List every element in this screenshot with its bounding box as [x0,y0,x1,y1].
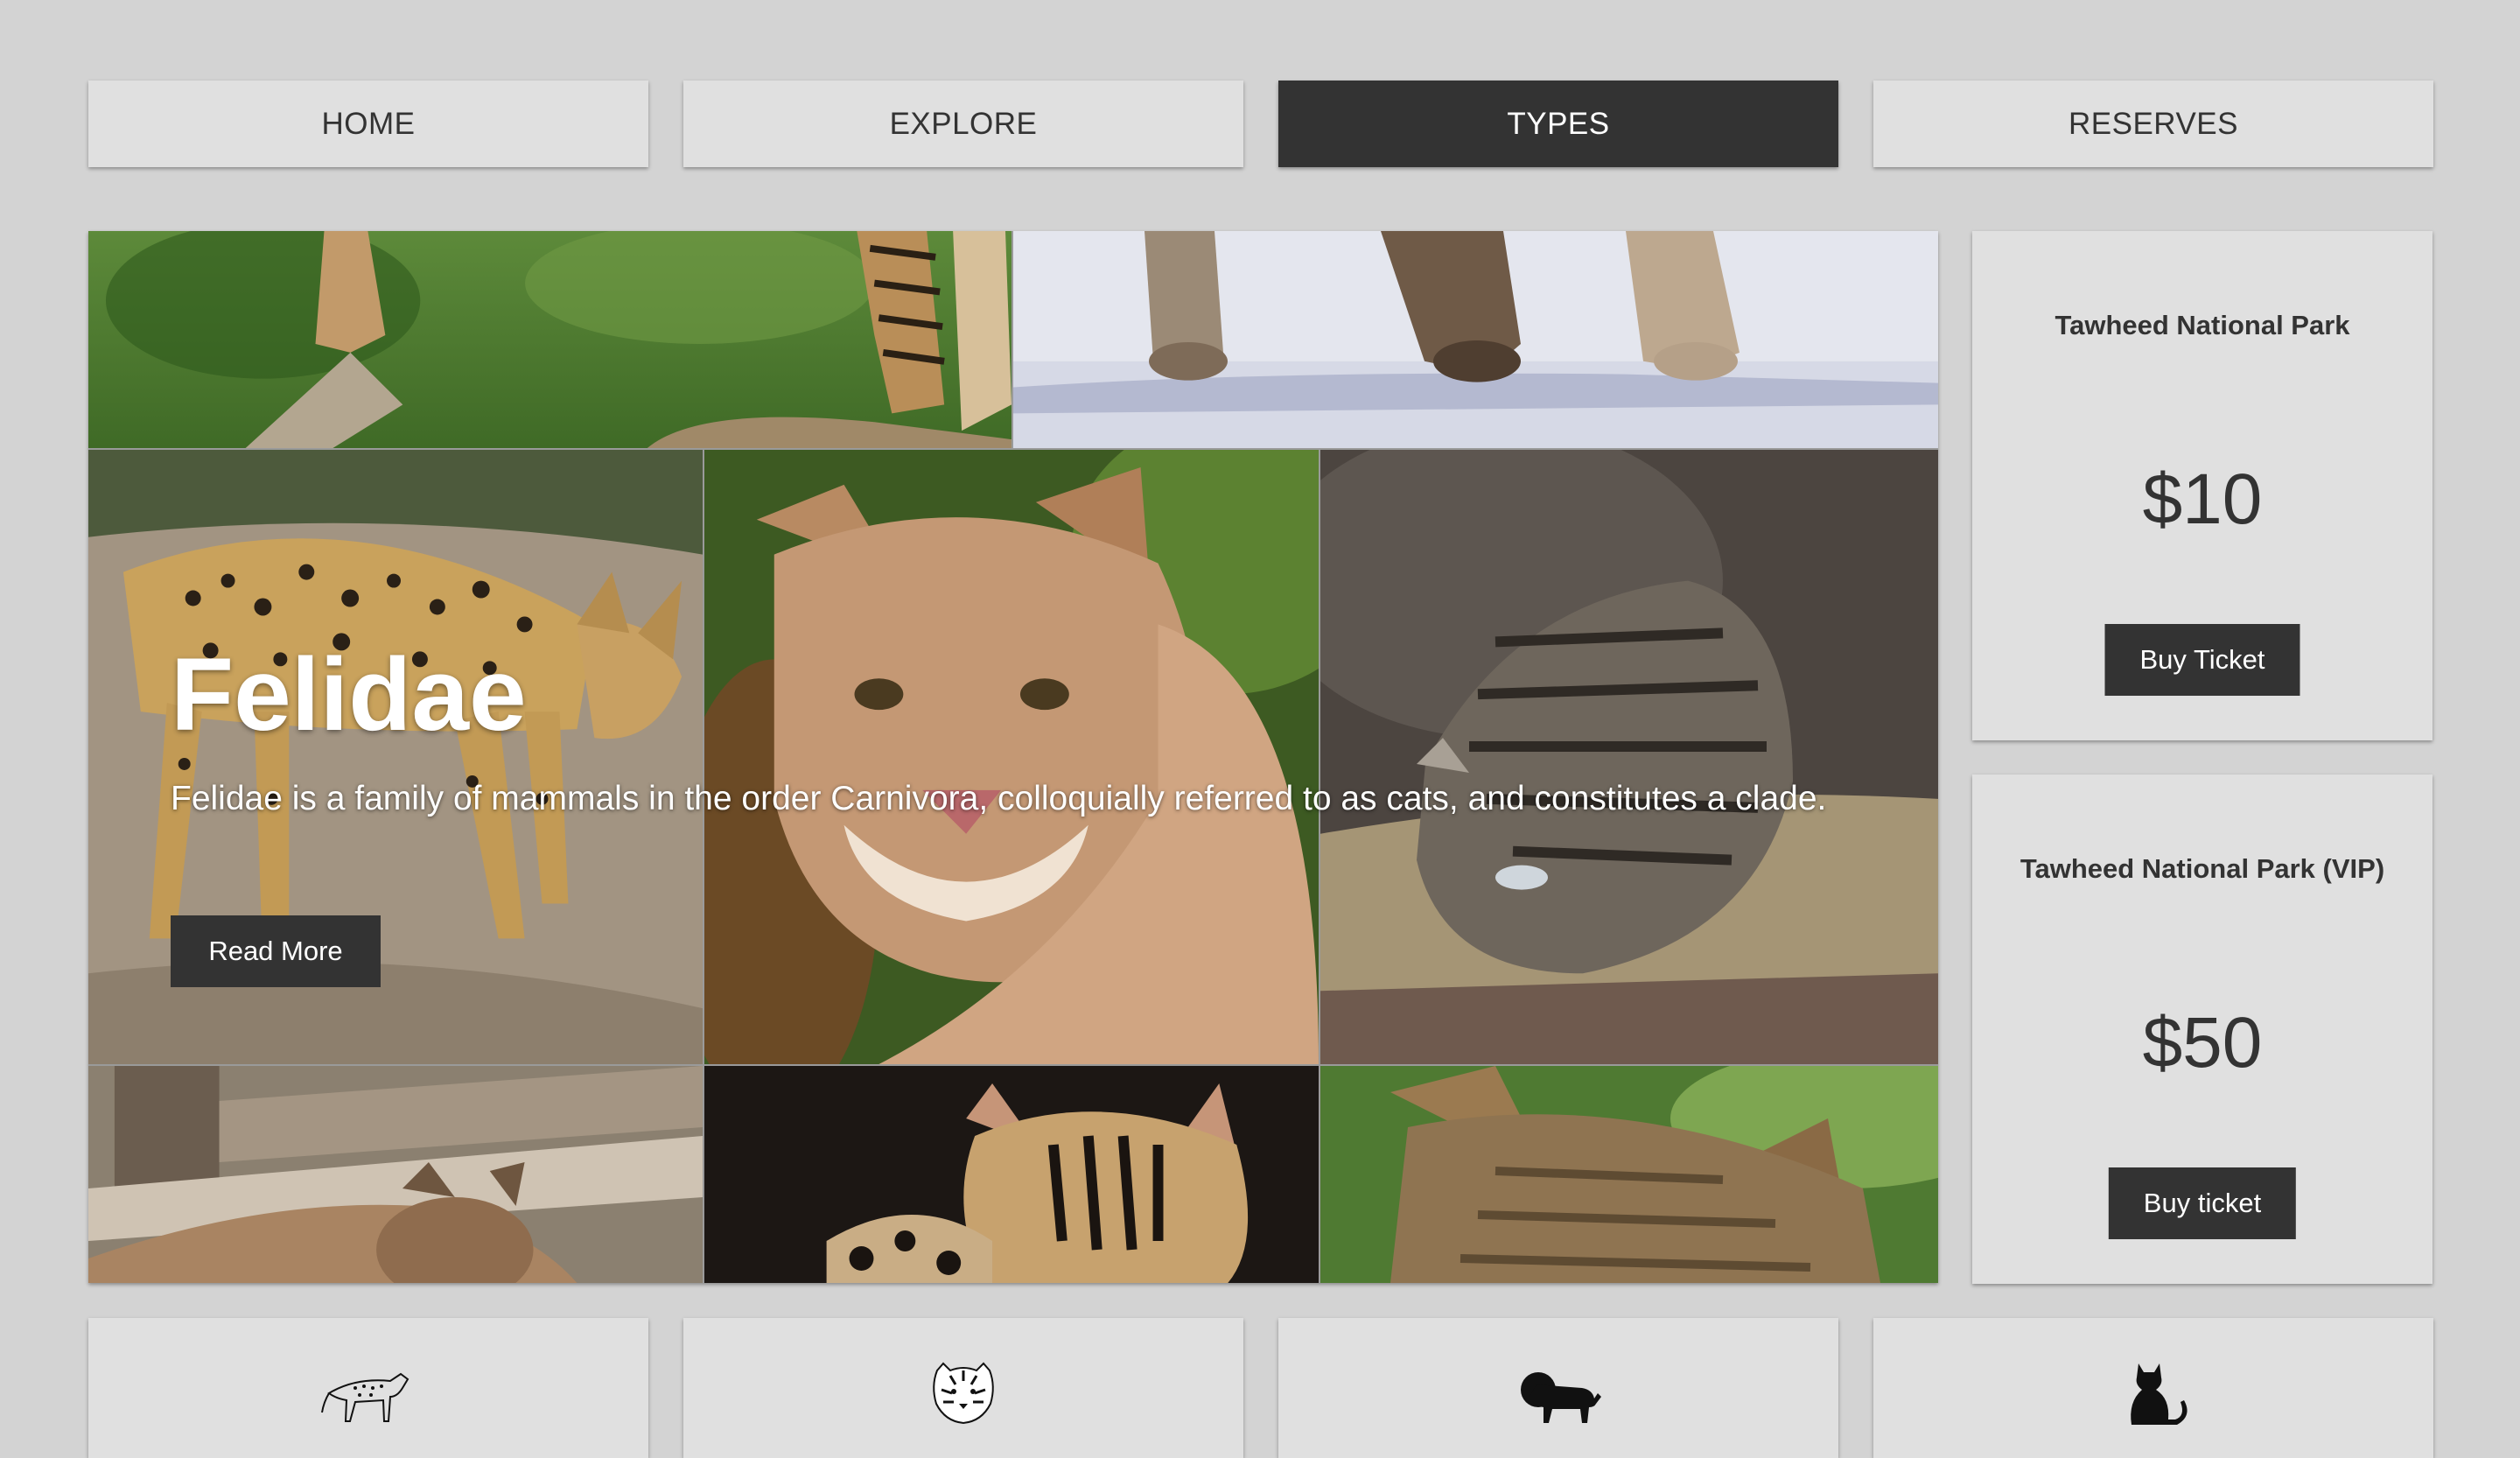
ticket-name: Tawheed National Park [2054,310,2350,340]
buy-ticket-vip-button[interactable]: Buy ticket [2108,1167,2297,1239]
nav-types-button[interactable]: TYPES [1278,81,1838,167]
photo-tiger-legs [88,231,1013,450]
nav-explore-button[interactable]: EXPLORE [683,81,1243,167]
ticket-price: $10 [2142,459,2263,539]
cat-photo-gallery: Felidae Felidae is a family of mammals i… [88,231,1938,1283]
type-card-cat[interactable] [1873,1318,2433,1458]
ticket-price: $50 [2142,1003,2263,1083]
photo-wildcat-den [1320,450,1938,1066]
hero-title: Felidae [171,637,527,753]
nav-reserves-button[interactable]: RESERVES [1873,81,2433,167]
type-card-lion[interactable] [1278,1318,1838,1458]
lion-icon [1510,1358,1606,1426]
photo-ocelot [704,1066,1320,1283]
photo-wildcat-face [1320,1066,1938,1283]
photo-lynx-paws [1013,231,1938,450]
hero-description: Felidae is a family of mammals in the or… [171,780,1827,817]
photo-puma-logs [88,1066,704,1283]
ticket-card-vip: Tawheed National Park (VIP) $50 Buy tick… [1972,775,2432,1284]
read-more-button[interactable]: Read More [171,915,381,987]
nav-home-button[interactable]: HOME [88,81,648,167]
ticket-name: Tawheed National Park (VIP) [2020,853,2385,884]
type-card-tiger[interactable] [683,1318,1243,1458]
tiger-icon [915,1358,1012,1426]
cat-icon [2105,1358,2202,1426]
buy-ticket-button[interactable]: Buy Ticket [2104,624,2300,696]
photo-cougar [704,450,1320,1066]
ticket-card-standard: Tawheed National Park $10 Buy Ticket [1972,231,2432,740]
type-card-cheetah[interactable] [88,1318,648,1458]
cheetah-icon [320,1358,416,1426]
